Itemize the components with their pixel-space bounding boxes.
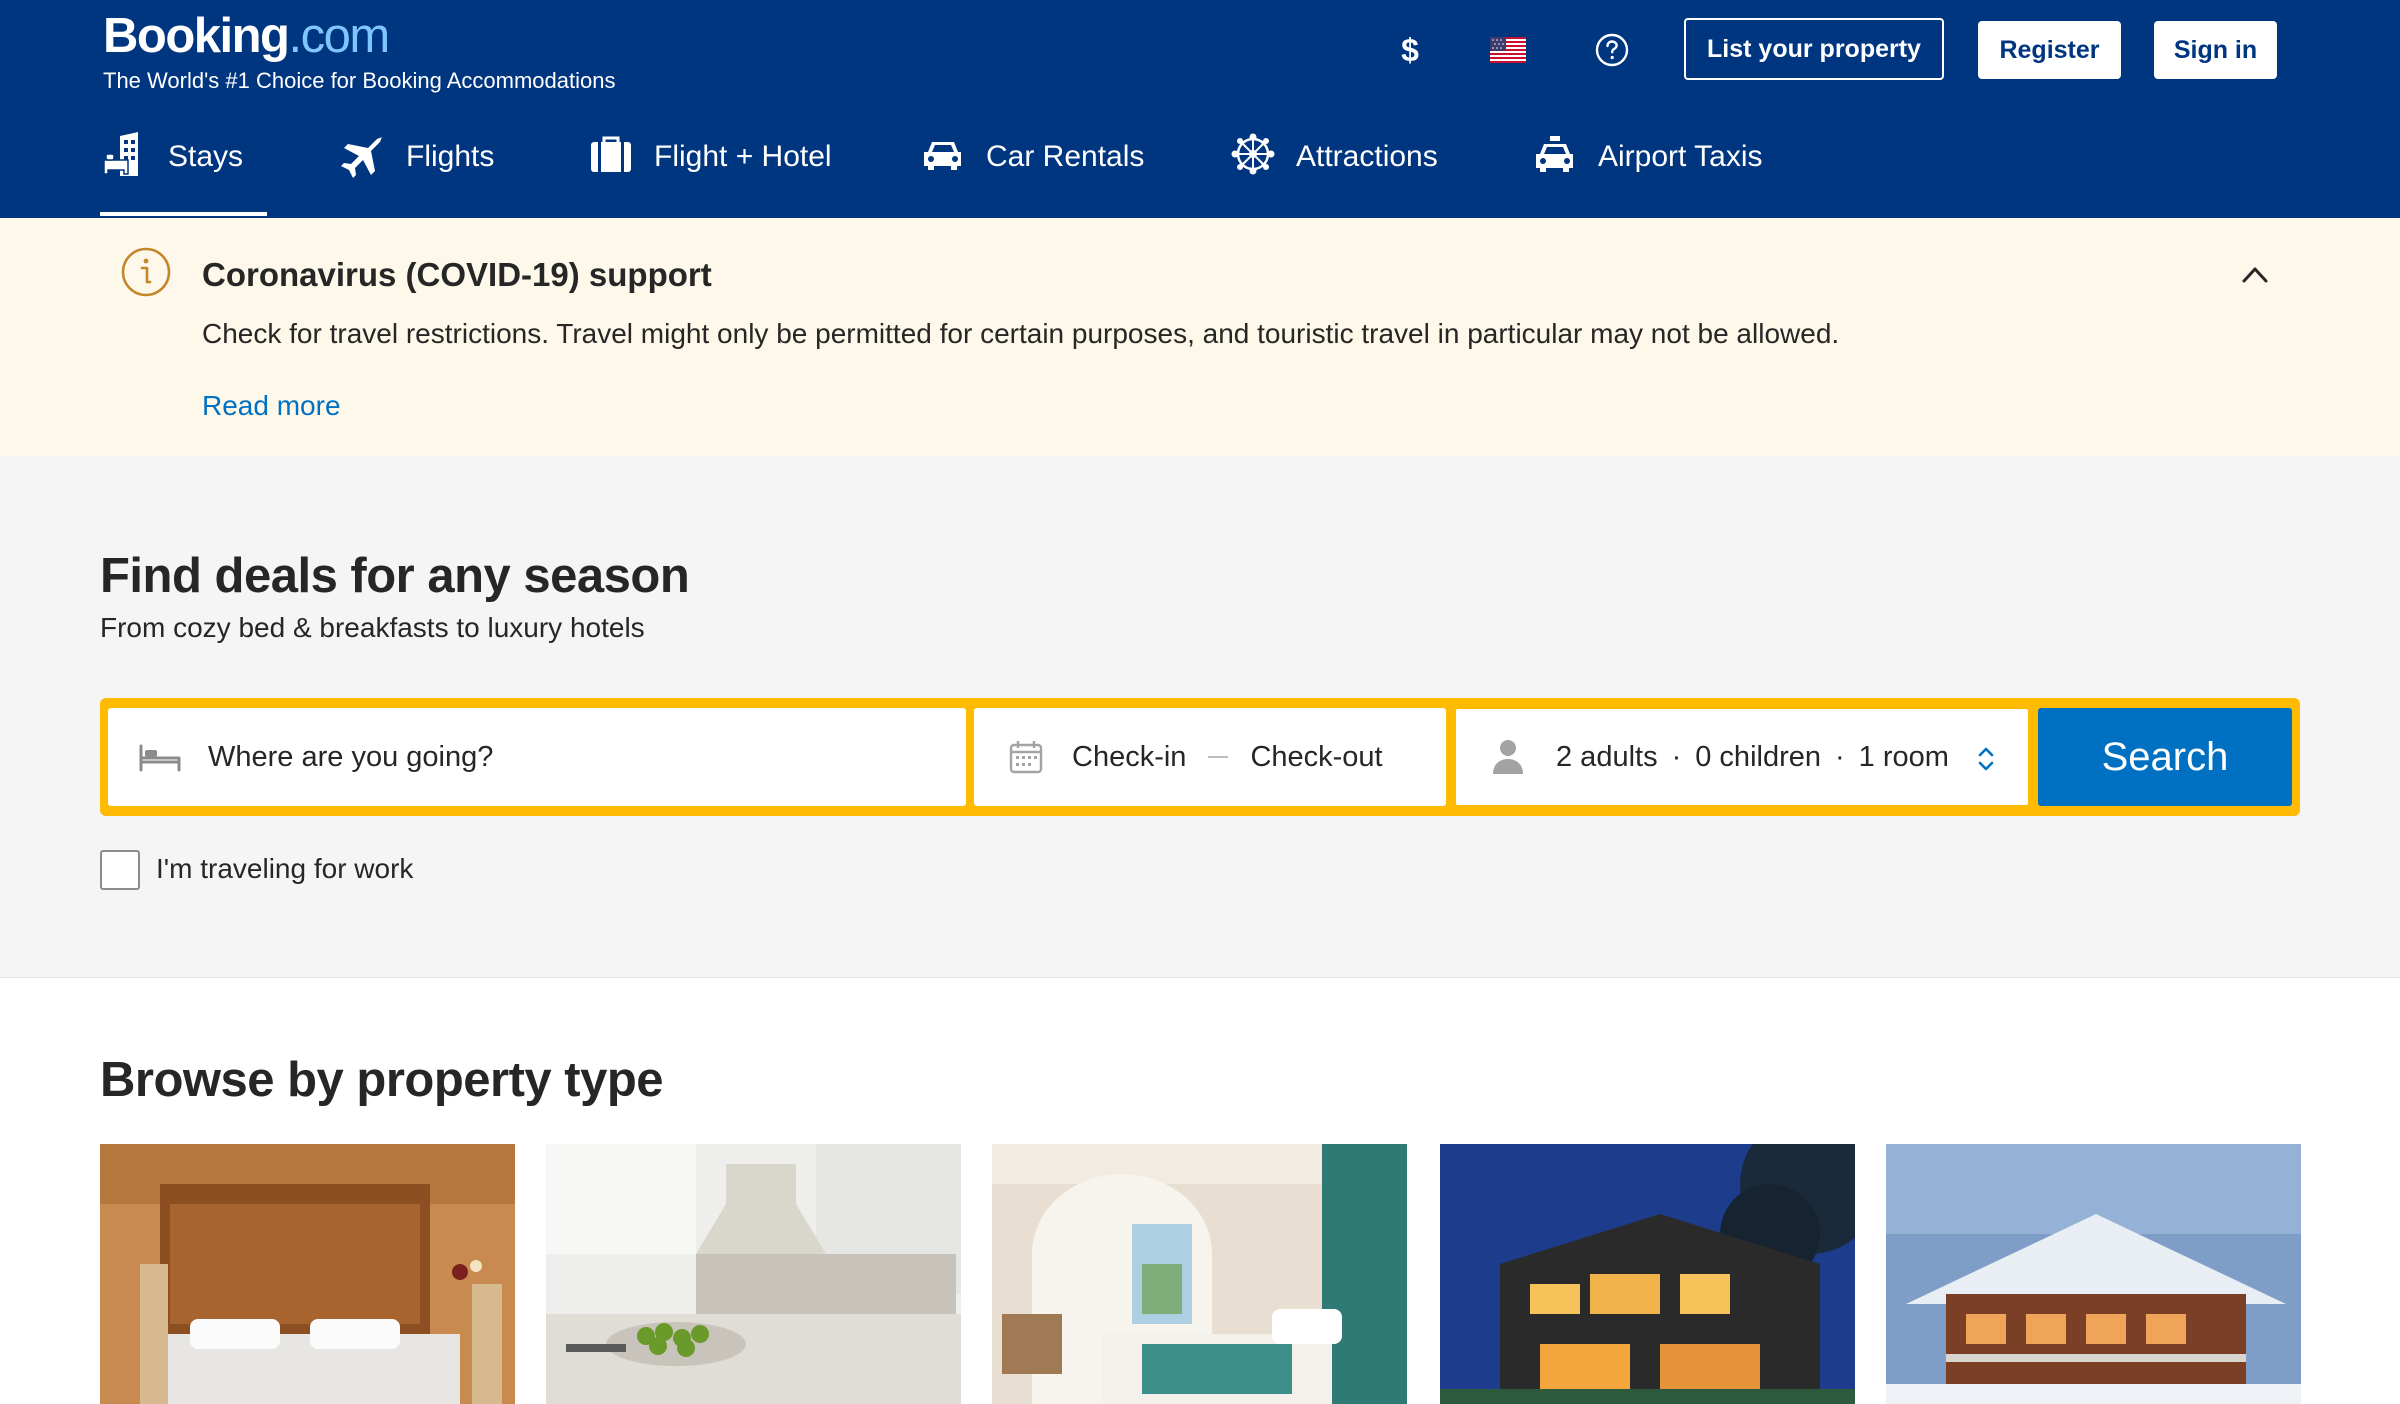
bed-icon xyxy=(138,735,182,779)
chevron-up-icon[interactable] xyxy=(2236,256,2274,294)
hero-title: Find deals for any season xyxy=(100,549,690,603)
children-count: 0 children xyxy=(1695,740,1821,773)
work-travel-label[interactable]: I'm traveling for work xyxy=(156,853,413,885)
tab-car-rentals[interactable]: Car Rentals xyxy=(918,126,1144,216)
car-icon xyxy=(918,130,968,180)
currency-selector[interactable]: $ xyxy=(1386,26,1434,74)
info-icon xyxy=(120,246,172,298)
hero-subtitle: From cozy bed & breakfasts to luxury hot… xyxy=(100,612,645,643)
tab-label: Car Rentals xyxy=(986,140,1145,173)
guests-field[interactable]: 2 adults · 0 children · 1 room xyxy=(1455,708,2029,806)
list-property-button[interactable]: List your property xyxy=(1684,18,1944,80)
read-more-link[interactable]: Read more xyxy=(202,390,341,422)
tab-label: Flights xyxy=(406,140,495,173)
taxi-icon xyxy=(1530,130,1580,180)
tab-flights[interactable]: Flights xyxy=(338,126,494,216)
browse-section-title: Browse by property type xyxy=(100,1053,664,1107)
covid-message: Check for travel restrictions. Travel mi… xyxy=(202,318,1840,349)
work-travel-checkbox[interactable] xyxy=(100,850,140,890)
dot-separator: · xyxy=(1671,740,1682,773)
rooms-count: 1 room xyxy=(1858,740,1949,773)
checkin-label[interactable]: Check-in xyxy=(1072,741,1186,774)
search-button[interactable]: Search xyxy=(2038,708,2292,806)
tab-flight-hotel[interactable]: Flight + Hotel xyxy=(586,126,832,216)
calendar-icon xyxy=(1004,735,1048,779)
tab-label: Airport Taxis xyxy=(1598,140,1763,173)
ferris-wheel-icon xyxy=(1228,130,1278,180)
dot-separator: · xyxy=(1835,740,1845,773)
destination-field[interactable] xyxy=(108,708,966,806)
site-header: Booking.com The World's #1 Choice for Bo… xyxy=(0,0,2400,218)
tab-label: Attractions xyxy=(1296,140,1438,173)
date-range-field[interactable]: Check-in Check-out xyxy=(974,708,1446,806)
resort-room-image xyxy=(992,1144,1407,1404)
property-card-villa[interactable] xyxy=(1440,1144,1855,1404)
covid-title: Coronavirus (COVID-19) support xyxy=(202,256,712,293)
bed-building-icon xyxy=(100,130,150,180)
logo-tagline: The World's #1 Choice for Booking Accomm… xyxy=(103,68,616,93)
logo-name: Booking xyxy=(103,9,290,63)
hotel-room-image xyxy=(100,1144,515,1404)
date-separator xyxy=(1208,756,1229,758)
airplane-icon xyxy=(338,130,388,180)
up-down-chevron-icon[interactable] xyxy=(1974,743,1998,775)
property-card-chalet[interactable] xyxy=(1886,1144,2301,1404)
tab-label: Stays xyxy=(168,140,244,173)
destination-input[interactable] xyxy=(208,740,808,774)
property-card-hotel[interactable] xyxy=(100,1144,515,1404)
villa-night-image xyxy=(1440,1144,1855,1404)
tab-stays[interactable]: Stays xyxy=(100,126,267,216)
property-card-apartment[interactable] xyxy=(546,1144,961,1404)
adults-count: 2 adults xyxy=(1556,740,1658,773)
tab-attractions[interactable]: Attractions xyxy=(1228,126,1438,216)
logo-suffix: .com xyxy=(288,9,390,63)
tab-airport-taxis[interactable]: Airport Taxis xyxy=(1530,126,1763,216)
tab-label: Flight + Hotel xyxy=(654,140,832,173)
suitcase-icon xyxy=(586,130,636,180)
help-circle-icon[interactable] xyxy=(1588,26,1636,74)
apartment-kitchen-image xyxy=(546,1144,961,1404)
property-card-resort[interactable] xyxy=(992,1144,1407,1404)
register-button[interactable]: Register xyxy=(1978,21,2121,79)
booking-logo[interactable]: Booking.com The World's #1 Choice for Bo… xyxy=(103,8,616,96)
checkout-label[interactable]: Check-out xyxy=(1250,741,1382,774)
person-icon xyxy=(1486,735,1530,779)
us-flag-icon[interactable] xyxy=(1484,26,1532,74)
chalet-image xyxy=(1886,1144,2301,1404)
sign-in-button[interactable]: Sign in xyxy=(2154,21,2277,79)
